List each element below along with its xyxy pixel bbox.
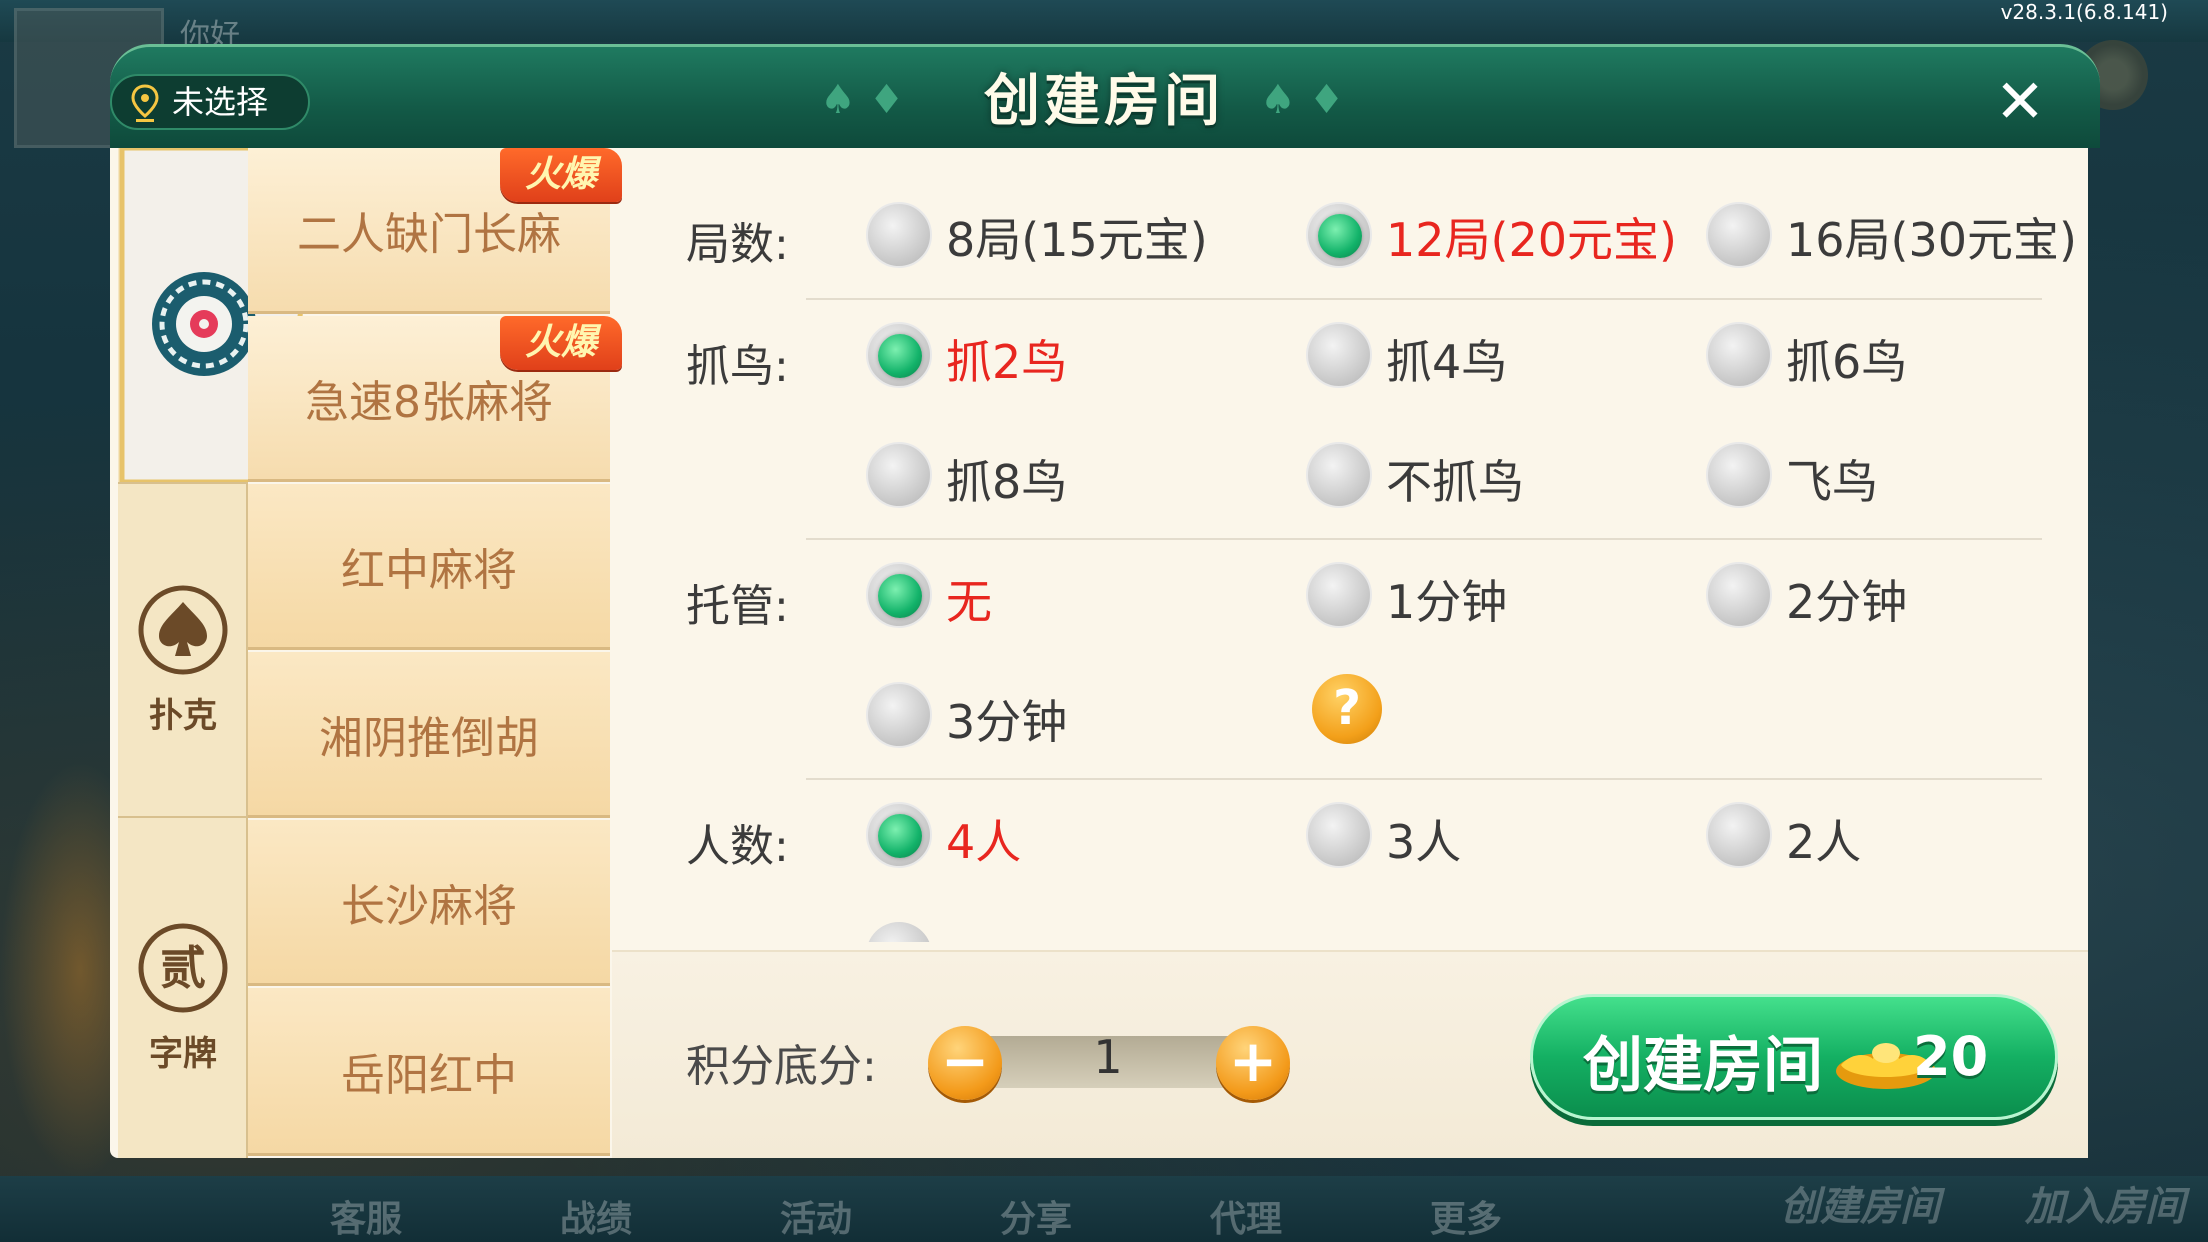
create-room-label: 创建房间 [1583,1031,1823,1101]
rounds-option-12[interactable]: 12局(20元宝) [1386,204,1677,270]
players-label: 人数: [686,821,789,872]
game-item-5[interactable]: 长沙麻将 [248,820,610,986]
birds-option-8[interactable]: 抓8鸟 [946,446,1067,512]
section-divider [806,778,2042,780]
birds-radio-6[interactable] [1706,322,1772,388]
trustee-option-3min[interactable]: 3分钟 [946,686,1067,752]
birds-radio-none[interactable] [1306,442,1372,508]
game-item-6[interactable]: 岳阳红中 [248,988,610,1156]
players-option-3[interactable]: 3人 [1386,806,1461,872]
trustee-radio-1min[interactable] [1306,562,1372,628]
category-word-cards[interactable]: 贰 字牌 [118,922,248,1075]
rounds-option-8[interactable]: 8局(15元宝) [946,204,1208,270]
trustee-radio-3min[interactable] [866,682,932,748]
game-item-4[interactable]: 湘阴推倒胡 [248,652,610,818]
players-radio-2[interactable] [1706,802,1772,868]
room-cost: 20 [1913,1025,1989,1088]
birds-radio-2[interactable] [866,322,932,388]
trustee-option-none[interactable]: 无 [946,566,992,632]
players-option-2[interactable]: 2人 [1786,806,1861,872]
game-item-3[interactable]: 红中麻将 [248,484,610,650]
nav-share: 分享 [1000,1199,1073,1240]
decrease-score-button[interactable]: − [928,1026,1002,1100]
lobby-join-room: 加入房间 [2025,1184,2185,1230]
trustee-radio-2min[interactable] [1706,562,1772,628]
rounds-option-16[interactable]: 16局(30元宝) [1786,204,2077,270]
nav-agent: 代理 [1210,1199,1283,1240]
birds-radio-fly[interactable] [1706,442,1772,508]
location-pin-icon [131,84,159,122]
nav-records: 战绩 [560,1199,633,1240]
trustee-option-1min[interactable]: 1分钟 [1386,566,1507,632]
hot-badge: 火爆 [500,316,622,370]
players-option-4[interactable]: 4人 [946,806,1021,872]
trustee-radio-none[interactable] [866,562,932,628]
game-name: 岳阳红中 [341,1049,517,1101]
category-poker[interactable]: 扑克 [118,584,248,737]
section-divider [806,298,2042,300]
lobby-top-bar [0,0,2208,42]
players-radio-3[interactable] [1306,802,1372,868]
mahjong-icon [152,272,256,376]
game-name: 湘阴推倒胡 [319,712,539,764]
nav-more: 更多 [1430,1199,1503,1240]
birds-option-2[interactable]: 抓2鸟 [946,326,1067,392]
birds-label: 抓鸟: [686,341,789,392]
base-score-label: 积分底分: [686,1041,877,1092]
birds-option-fly[interactable]: 飞鸟 [1786,446,1878,512]
category-divider [118,482,248,484]
lobby-bottom-nav: 客服 战绩 活动 分享 代理 更多 创建房间 加入房间 [0,1176,2208,1242]
version-label: v28.3.1(6.8.141) [2000,0,2168,24]
birds-radio-8[interactable] [866,442,932,508]
category-label: 字牌 [149,1034,217,1074]
game-name: 红中麻将 [341,544,517,596]
category-divider [118,816,248,818]
er-icon: 贰 [138,923,228,1013]
lobby-create-room: 创建房间 [1780,1184,1940,1230]
create-room-button[interactable]: 创建房间 20 [1530,994,2058,1120]
trustee-option-2min[interactable]: 2分钟 [1786,566,1907,632]
game-name: 长沙麻将 [341,880,517,932]
category-label: 扑克 [149,696,217,736]
trustee-label: 托管: [686,581,789,632]
close-button[interactable]: ✕ [1990,72,2050,132]
birds-option-none[interactable]: 不抓鸟 [1386,446,1524,512]
dialog-title: 创建房间 [984,69,1224,134]
scroll-overflow-radio [866,922,932,942]
help-icon[interactable]: ? [1312,674,1382,744]
location-selector[interactable]: 未选择 [110,74,310,130]
rounds-label: 局数: [686,219,789,270]
section-divider [806,538,2042,540]
spade-icon [138,585,228,675]
birds-option-6[interactable]: 抓6鸟 [1786,326,1907,392]
players-radio-4[interactable] [866,802,932,868]
rounds-radio-12[interactable] [1306,202,1372,268]
increase-score-button[interactable]: + [1216,1026,1290,1100]
birds-option-4[interactable]: 抓4鸟 [1386,326,1507,392]
rounds-radio-16[interactable] [1706,202,1772,268]
game-name: 二人缺门长麻 [297,208,561,260]
base-score-value: 1 [1093,1030,1123,1084]
svg-text:贰: 贰 [160,941,206,995]
hot-badge: 火爆 [500,148,622,202]
nav-customer-service: 客服 [330,1199,403,1240]
game-name: 急速8张麻将 [305,376,553,428]
location-label: 未选择 [172,83,269,121]
rounds-radio-8[interactable] [866,202,932,268]
birds-radio-4[interactable] [1306,322,1372,388]
nav-activities: 活动 [780,1199,853,1240]
